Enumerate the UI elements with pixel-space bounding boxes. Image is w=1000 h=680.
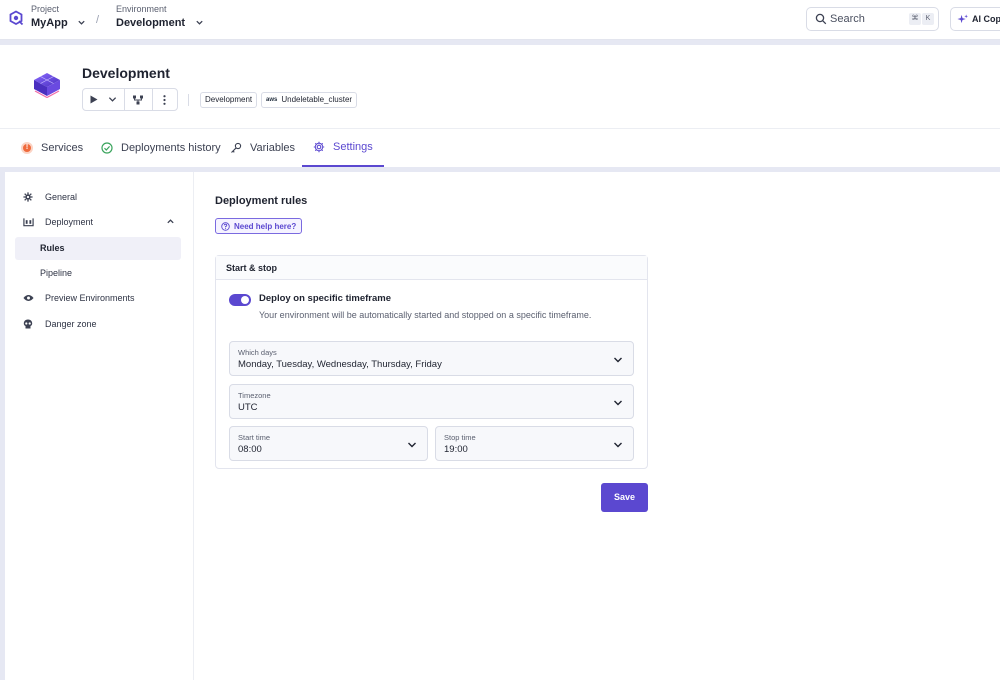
start-stop-card: Start & stop Deploy on specific timefram… [215,255,648,469]
save-button[interactable]: Save [601,483,648,512]
environment-type-badge: Development [200,92,258,108]
stop-time-select[interactable]: Stop time 19:00 [435,426,634,461]
sidebar-item-general-label: General [45,192,78,202]
environment-actions [82,88,178,111]
chevron-down-icon [408,442,416,448]
ai-copilot-button[interactable]: AI Copil [950,7,1000,31]
environment-cube-icon [34,73,60,98]
sparkle-icon [957,14,968,24]
sidebar-item-deployment-label: Deployment [45,217,94,227]
sidebar-item-rules[interactable]: Rules [15,237,181,260]
sidebar-item-deployment[interactable]: Deployment [23,217,175,227]
environment-label: Environment [116,4,167,14]
ai-copilot-label: AI Copil [972,14,1000,24]
need-help-button[interactable]: Need help here? [215,218,303,234]
kbd-k: K [922,13,934,25]
play-icon [90,95,98,104]
start-time-value: 08:00 [238,444,262,455]
chevron-down-icon [614,442,622,448]
more-options-button[interactable] [153,89,177,110]
card-title: Start & stop [216,256,647,280]
gear-icon [23,192,33,202]
start-time-select[interactable]: Start time 08:00 [229,426,428,461]
environment-type-label: Development [205,95,253,104]
eye-icon [23,295,34,301]
stop-time-value: 19:00 [444,444,468,455]
which-days-label: Which days [238,348,277,357]
sidebar-item-preview-environments-label: Preview Environments [45,293,135,303]
need-help-label: Need help here? [234,221,297,231]
chevron-down-icon [614,400,622,406]
which-days-value: Monday, Tuesday, Wednesday, Thursday, Fr… [238,359,442,370]
header-divider [188,94,189,106]
tab-settings-label: Settings [333,141,373,153]
nodes-icon [133,95,144,104]
top-bar: Project MyApp / Environment Development … [0,0,1000,40]
chevron-down-icon [108,97,117,102]
project-label: Project [31,4,60,14]
start-time-label: Start time [238,433,271,442]
more-vertical-icon [163,94,166,105]
toggle-label: Deploy on specific timeframe [259,293,391,304]
cluster-label: Undeletable_cluster [281,95,353,104]
sidebar-item-danger-zone[interactable]: Danger zone [23,319,97,329]
tab-variables[interactable]: Variables [230,129,295,167]
breadcrumb-separator: / [96,14,100,26]
environment-header: Development Development aws Undeletable_c… [0,45,1000,167]
deploy-button[interactable] [83,89,126,110]
chevron-up-icon [167,219,174,224]
timezone-select[interactable]: Timezone UTC [229,384,634,419]
section-title: Deployment rules [215,195,308,207]
error-status-icon: ! [21,142,33,154]
sidebar-item-general[interactable]: General [23,192,77,202]
tab-services[interactable]: ! Services [21,129,83,167]
chevron-down-icon [196,20,203,25]
timezone-value: UTC [238,402,258,413]
page-title: Development [82,65,170,81]
environment-selector[interactable]: Environment Development [116,4,204,29]
key-icon [231,142,242,153]
timezone-label: Timezone [238,391,271,400]
stop-time-label: Stop time [444,433,476,442]
sidebar-item-danger-zone-label: Danger zone [45,319,97,329]
toggle-description: Your environment will be automatically s… [259,310,592,320]
app-logo-icon[interactable] [8,10,24,26]
deployment-icon [23,218,34,227]
search-placeholder: Search [830,13,865,25]
gear-icon [313,141,325,153]
tab-deployments-history[interactable]: Deployments history [101,129,221,167]
sidebar-item-preview-environments[interactable]: Preview Environments [23,293,135,303]
aws-logo-icon: aws [266,97,278,103]
chevron-down-icon [78,20,85,25]
project-value: MyApp [31,17,68,29]
search-box[interactable]: Search ⌘ K [806,7,939,31]
tab-services-label: Services [41,142,84,154]
settings-sidebar: General Deployment Rules Pipeline Previe… [5,172,194,680]
skull-icon [23,319,33,329]
sidebar-item-pipeline[interactable]: Pipeline [15,262,181,285]
tab-settings[interactable]: Settings [302,129,384,167]
cluster-badge[interactable]: aws Undeletable_cluster [261,92,358,108]
project-selector[interactable]: Project MyApp [31,4,86,29]
kbd-cmd: ⌘ [909,13,921,25]
tab-variables-label: Variables [250,142,296,154]
search-icon [815,13,827,25]
chevron-down-icon [614,357,622,363]
check-circle-icon [101,142,113,154]
timeframe-toggle[interactable] [229,294,251,306]
which-days-select[interactable]: Which days Monday, Tuesday, Wednesday, T… [229,341,634,376]
help-circle-icon [221,221,230,231]
pipeline-button[interactable] [125,89,153,110]
tab-deployments-history-label: Deployments history [121,142,221,154]
environment-value: Development [116,17,186,29]
main-content: Deployment rules Need help here? Start &… [194,172,1000,680]
